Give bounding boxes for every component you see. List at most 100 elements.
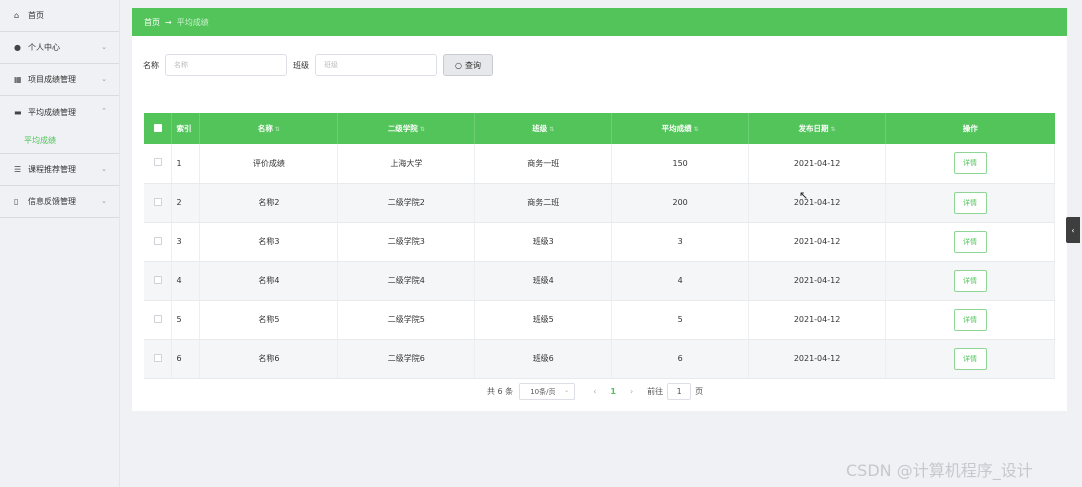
chevron-down-icon: ⌄ (101, 75, 107, 83)
name-input[interactable]: 名称 (165, 54, 287, 76)
page-size-select[interactable]: 10条/页 ⌄ (519, 383, 576, 400)
sidebar-item-feedback[interactable]: ▯ 信息反馈管理 ⌄ (0, 186, 119, 218)
header-average-label: 平均成绩 (661, 124, 692, 133)
table-row: 2 名称2 二级学院2 商务二班 200 2021-04-12 详情 (144, 183, 1055, 223)
cell-date: 2021-04-12 (748, 183, 887, 223)
sidebar-subitem-average[interactable]: 平均成绩 (0, 128, 119, 154)
side-toggle-button[interactable]: ‹ (1066, 217, 1080, 243)
breadcrumb-current: 平均成绩 (176, 17, 209, 27)
row-checkbox[interactable] (153, 158, 162, 167)
breadcrumb: 首页 → 平均成绩 (132, 8, 1067, 36)
goto-suffix: 页 (695, 387, 704, 396)
cell-date: 2021-04-12 (748, 222, 887, 262)
cell-college: 上海大学 (337, 144, 476, 184)
cell-action: 详情 (885, 339, 1055, 379)
row-checkbox[interactable] (153, 353, 162, 362)
cell-index: 5 (171, 300, 201, 340)
row-checkbox[interactable] (153, 236, 162, 245)
select-all-checkbox[interactable] (153, 123, 162, 132)
row-checkbox-cell[interactable] (144, 183, 173, 223)
row-checkbox[interactable] (153, 314, 162, 323)
row-checkbox-cell[interactable] (144, 339, 173, 379)
header-date[interactable]: 发布日期 ⇅ (748, 113, 887, 144)
cell-date: 2021-04-12 (748, 300, 887, 340)
sidebar-item-label: 个人中心 (28, 43, 60, 52)
detail-button[interactable]: 详情 (953, 269, 987, 292)
prev-page-button[interactable]: ‹ (593, 387, 596, 396)
goto-page-input[interactable]: 1 (667, 383, 692, 400)
grid-icon: ▦ (14, 75, 22, 84)
cell-college: 二级学院6 (337, 339, 476, 379)
sidebar-item-average-scores[interactable]: ▬ 平均成绩管理 ⌃ (0, 96, 119, 128)
cell-average: 150 (611, 144, 750, 184)
cell-name: 名称3 (199, 222, 339, 262)
row-checkbox-cell[interactable] (144, 261, 173, 301)
breadcrumb-home[interactable]: 首页 (144, 17, 160, 28)
cell-action: 详情 (885, 300, 1055, 340)
row-checkbox-cell[interactable] (144, 222, 173, 262)
user-icon: ● (14, 43, 21, 52)
cell-average: 4 (611, 261, 750, 301)
sort-icon: ⇅ (693, 126, 699, 133)
sidebar: ⌂ 首页 ● 个人中心 ⌄ ▦ 项目成绩管理 ⌄ ▬ 平均成绩管理 ⌃ 平均成绩… (0, 0, 120, 487)
cell-index: 6 (171, 339, 201, 379)
cell-college: 二级学院3 (337, 222, 476, 262)
sidebar-item-course-recommend[interactable]: ☰ 课程推荐管理 ⌄ (0, 154, 119, 186)
breadcrumb-arrow-icon: → (165, 17, 172, 27)
sidebar-item-label: 平均成绩管理 (28, 107, 76, 117)
header-class-label: 班级 (532, 124, 548, 133)
cell-class: 班级6 (474, 339, 613, 379)
class-label: 班级 (293, 60, 309, 70)
cell-action: 详情 (885, 261, 1055, 301)
name-label: 名称 (143, 60, 159, 70)
cell-class: 班级3 (474, 222, 613, 262)
sidebar-item-profile[interactable]: ● 个人中心 ⌄ (0, 32, 119, 64)
home-icon: ⌂ (14, 11, 20, 20)
row-checkbox[interactable] (153, 275, 162, 284)
phone-icon: ▯ (14, 197, 19, 206)
header-average[interactable]: 平均成绩 ⇅ (611, 113, 750, 144)
header-action: 操作 (885, 113, 1055, 144)
detail-button[interactable]: 详情 (953, 308, 987, 331)
select-all-header[interactable] (144, 113, 173, 144)
cell-college: 二级学院2 (337, 183, 476, 223)
row-checkbox-cell[interactable] (144, 300, 173, 340)
chevron-down-icon: ⌄ (101, 165, 107, 173)
cell-action: 详情 (885, 222, 1055, 262)
table-row: 6 名称6 二级学院6 班级6 6 2021-04-12 详情 (144, 339, 1055, 379)
cell-class: 班级5 (474, 300, 613, 340)
sidebar-item-label: 课程推荐管理 (28, 165, 76, 174)
chevron-down-icon: ⌄ (564, 387, 570, 394)
header-college-label: 二级学院 (387, 124, 418, 133)
class-input[interactable]: 班级 (315, 54, 437, 76)
header-name[interactable]: 名称 ⇅ (199, 113, 339, 144)
detail-button[interactable]: 详情 (953, 347, 987, 370)
sort-icon: ⇅ (274, 126, 280, 133)
chevron-down-icon: ⌄ (101, 43, 107, 51)
detail-button[interactable]: 详情 (953, 152, 987, 175)
sort-icon: ⇅ (419, 126, 425, 133)
row-checkbox-cell[interactable] (144, 144, 173, 184)
detail-button[interactable]: 详情 (953, 230, 987, 253)
query-button[interactable]: ○ 查询 (443, 54, 493, 76)
header-class[interactable]: 班级 ⇅ (474, 113, 613, 144)
watermark: CSDN @计算机程序_设计 (846, 461, 1033, 480)
row-checkbox[interactable] (153, 197, 162, 206)
mouse-cursor-icon: ↖ (799, 189, 809, 202)
cell-name: 名称2 (199, 183, 339, 223)
pagination: 共 6 条 10条/页 ⌄ ‹ 1 › 前往 1 页 (487, 383, 703, 400)
next-page-button[interactable]: › (630, 387, 633, 396)
total-count: 共 6 条 (487, 387, 514, 396)
header-college[interactable]: 二级学院 ⇅ (337, 113, 476, 144)
sidebar-item-project-scores[interactable]: ▦ 项目成绩管理 ⌄ (0, 64, 119, 96)
cell-average: 5 (611, 300, 750, 340)
sidebar-item-home[interactable]: ⌂ 首页 (0, 0, 119, 32)
cell-name: 名称6 (199, 339, 339, 379)
header-date-label: 发布日期 (798, 124, 829, 133)
cell-index: 1 (171, 144, 201, 184)
detail-button[interactable]: 详情 (953, 191, 987, 214)
search-icon: ○ (455, 60, 462, 70)
cell-average: 200 (611, 183, 750, 223)
cell-college: 二级学院4 (337, 261, 476, 301)
current-page[interactable]: 1 (610, 387, 616, 396)
